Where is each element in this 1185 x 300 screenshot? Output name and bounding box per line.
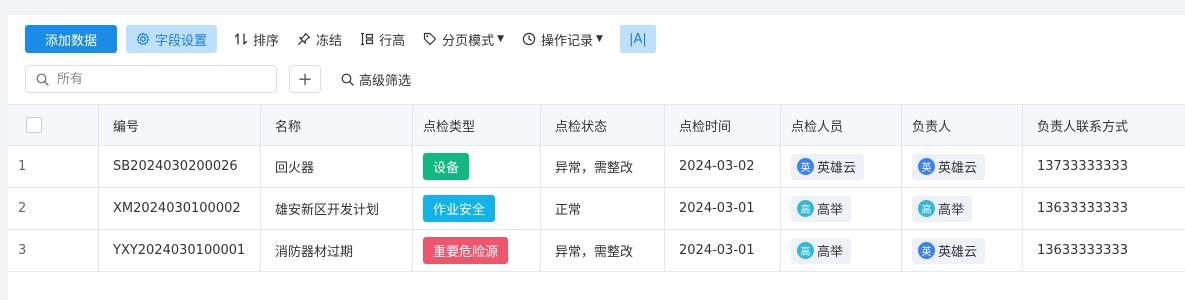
- column-header[interactable]: 点检人员: [781, 105, 902, 145]
- cell-type: 作业安全: [413, 188, 541, 229]
- header-select-cell: [8, 105, 99, 145]
- user-name: 高举: [938, 203, 965, 218]
- advanced-filter-label: 高级筛选: [359, 73, 412, 89]
- cell-type: 重要危险源: [413, 230, 541, 271]
- search-icon: [341, 73, 354, 86]
- cell-status: 异常，需整改: [541, 230, 665, 271]
- freeze-label: 冻结: [316, 33, 343, 49]
- user-chip: 高 高举: [791, 195, 852, 222]
- field-settings-button[interactable]: 字段设置: [126, 25, 218, 53]
- cell-name: 回火器: [261, 146, 413, 187]
- user-name: 英雄云: [938, 161, 978, 176]
- cell-code: XM2024030100002: [99, 188, 261, 229]
- caret-down-icon: ▼: [497, 34, 505, 44]
- cell-owner: 英 英雄云: [902, 146, 1023, 187]
- field-settings-label: 字段设置: [155, 33, 208, 49]
- avatar: 英: [918, 158, 935, 175]
- gear-icon: [136, 32, 150, 45]
- table-header: 编号 名称 点检类型 点检状态 点检时间 点检人员 负责人 负责人联系方式: [8, 104, 1185, 146]
- cell-phone: 13733333333: [1037, 159, 1128, 174]
- column-header[interactable]: 编号: [99, 105, 261, 145]
- cell-status: 正常: [541, 188, 665, 229]
- advanced-filter-button[interactable]: 高级筛选: [341, 70, 411, 89]
- cell-inspector: 高 高举: [781, 188, 902, 229]
- caret-down-icon: ▼: [596, 34, 603, 44]
- cell-name: 消防器材过期: [261, 230, 413, 271]
- avatar: 英: [918, 242, 935, 259]
- user-chip: 英 英雄云: [912, 237, 986, 264]
- row-height-icon: [361, 32, 374, 46]
- column-header[interactable]: 负责人: [902, 105, 1023, 145]
- table-row[interactable]: 2 XM2024030100002 雄安新区开发计划 作业安全 正常 2024-…: [8, 188, 1185, 230]
- row-height-label: 行高: [379, 33, 406, 49]
- search-input[interactable]: [55, 70, 259, 88]
- clock-icon: [522, 32, 536, 46]
- plus-icon: +: [297, 68, 313, 90]
- search-row: + 高级筛选: [25, 64, 411, 94]
- search-box[interactable]: [25, 65, 277, 93]
- operation-history-label: 操作记录: [541, 33, 594, 49]
- text-wrap-toggle[interactable]: |A|: [619, 25, 656, 53]
- type-tag: 设备: [423, 153, 470, 180]
- row-height-button[interactable]: 行高: [351, 25, 414, 53]
- pagination-mode-label: 分页模式: [442, 33, 495, 49]
- cell-name: 雄安新区开发计划: [261, 188, 413, 229]
- row-number: 1: [8, 146, 99, 187]
- user-chip: 英 英雄云: [791, 153, 865, 180]
- sort-button[interactable]: 排序: [225, 25, 288, 53]
- operation-history-dropdown[interactable]: 操作记录 ▼: [513, 25, 612, 53]
- data-table: 编号 名称 点检类型 点检状态 点检时间 点检人员 负责人 负责人联系方式 1 …: [8, 104, 1185, 272]
- column-header[interactable]: 点检类型: [413, 105, 541, 145]
- cell-status: 异常，需整改: [541, 146, 665, 187]
- cell-inspector: 英 英雄云: [781, 146, 902, 187]
- column-header[interactable]: 名称: [261, 105, 413, 145]
- user-chip: 高 高举: [912, 195, 973, 222]
- cell-date: 2024-03-01: [665, 188, 781, 229]
- cell-inspector: 高 高举: [781, 230, 902, 271]
- pin-icon: [297, 32, 311, 46]
- user-name: 英雄云: [938, 245, 978, 260]
- main-panel: 添加数据 字段设置 排序 冻结 行高 分页模式 ▼ 操作记录 ▼ |A| 所有 …: [8, 15, 1185, 300]
- cell-date: 2024-03-02: [665, 146, 781, 187]
- avatar: 英: [797, 158, 814, 175]
- select-all-checkbox[interactable]: [26, 117, 42, 133]
- type-tag: 重要危险源: [423, 237, 509, 264]
- avatar: 高: [797, 200, 814, 217]
- cell-code: SB2024030200026: [99, 146, 261, 187]
- avatar: 高: [918, 200, 935, 217]
- column-header[interactable]: 负责人联系方式: [1023, 105, 1185, 145]
- cell-code: YXY2024030100001: [99, 230, 261, 271]
- avatar: 高: [797, 242, 814, 259]
- column-header[interactable]: 点检状态: [541, 105, 665, 145]
- row-number: 3: [8, 230, 99, 271]
- sort-label: 排序: [253, 33, 280, 49]
- cell-owner: 英 英雄云: [902, 230, 1023, 271]
- freeze-button[interactable]: 冻结: [288, 25, 351, 53]
- table-row[interactable]: 1 SB2024030200026 回火器 设备 异常，需整改 2024-03-…: [8, 146, 1185, 188]
- column-header[interactable]: 点检时间: [665, 105, 781, 145]
- user-name: 英雄云: [817, 161, 857, 176]
- type-tag: 作业安全: [423, 195, 496, 222]
- cell-phone: 13633333333: [1037, 243, 1128, 258]
- cell-date: 2024-03-01: [665, 230, 781, 271]
- tag-icon: [423, 32, 437, 46]
- user-chip: 英 英雄云: [912, 153, 986, 180]
- user-name: 高举: [817, 245, 844, 260]
- user-name: 高举: [817, 203, 844, 218]
- user-chip: 高 高举: [791, 237, 852, 264]
- cell-type: 设备: [413, 146, 541, 187]
- sort-icon: [234, 33, 248, 45]
- pagination-mode-dropdown[interactable]: 分页模式 ▼: [414, 25, 513, 53]
- cell-phone: 13633333333: [1037, 201, 1128, 216]
- row-number: 2: [8, 188, 99, 229]
- table-row[interactable]: 3 YXY2024030100001 消防器材过期 重要危险源 异常，需整改 2…: [8, 230, 1185, 272]
- toolbar: 添加数据 字段设置 排序 冻结 行高 分页模式 ▼ 操作记录 ▼ |A|: [25, 25, 656, 53]
- add-filter-button[interactable]: +: [289, 65, 321, 93]
- search-icon: [36, 73, 49, 86]
- cell-owner: 高 高举: [902, 188, 1023, 229]
- add-data-button[interactable]: 添加数据: [25, 25, 118, 53]
